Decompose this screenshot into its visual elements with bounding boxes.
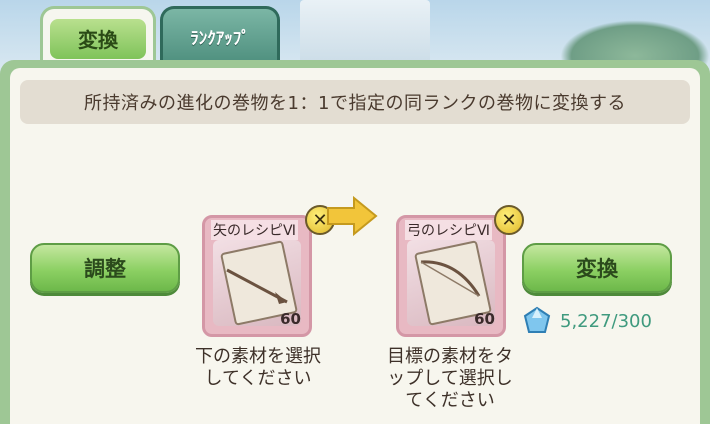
description-banner: 所持済みの進化の巻物を1：1で指定の同ランクの巻物に変換する	[20, 80, 690, 124]
target-item-name: 弓のレシピⅥ	[405, 220, 492, 240]
target-item-slot[interactable]: 弓のレシピⅥ 60	[396, 215, 506, 337]
gem-cost: 5,227/300	[560, 311, 652, 332]
source-item-name: 矢のレシピⅥ	[211, 220, 298, 240]
close-icon[interactable]: ✕	[494, 205, 524, 235]
source-item-qty: 60	[280, 310, 301, 328]
tab-rankup[interactable]: ﾗﾝｸｱｯﾌﾟ	[160, 6, 280, 64]
gem-icon	[523, 306, 551, 333]
source-item-slot[interactable]: 矢のレシピⅥ 60	[202, 215, 312, 337]
tab-convert-label: 変換	[50, 18, 146, 59]
tab-convert[interactable]: 変換	[40, 6, 156, 64]
tab-rankup-label: ﾗﾝｸｱｯﾌﾟ	[190, 29, 250, 49]
target-item-qty: 60	[474, 310, 495, 328]
convert-button-label: 変換	[576, 257, 618, 281]
convert-panel: 所持済みの進化の巻物を1：1で指定の同ランクの巻物に変換する	[0, 60, 710, 424]
target-instruction: 目標の素材をタ ップして選択し てください	[387, 346, 513, 411]
adjust-button[interactable]: 調整	[30, 243, 180, 293]
description-text: 所持済みの進化の巻物を1：1で指定の同ランクの巻物に変換する	[84, 93, 626, 114]
arrow-right-icon	[327, 196, 378, 236]
source-instruction: 下の素材を選択 してください	[195, 346, 321, 389]
convert-button[interactable]: 変換	[522, 243, 672, 293]
adjust-button-label: 調整	[84, 257, 126, 281]
